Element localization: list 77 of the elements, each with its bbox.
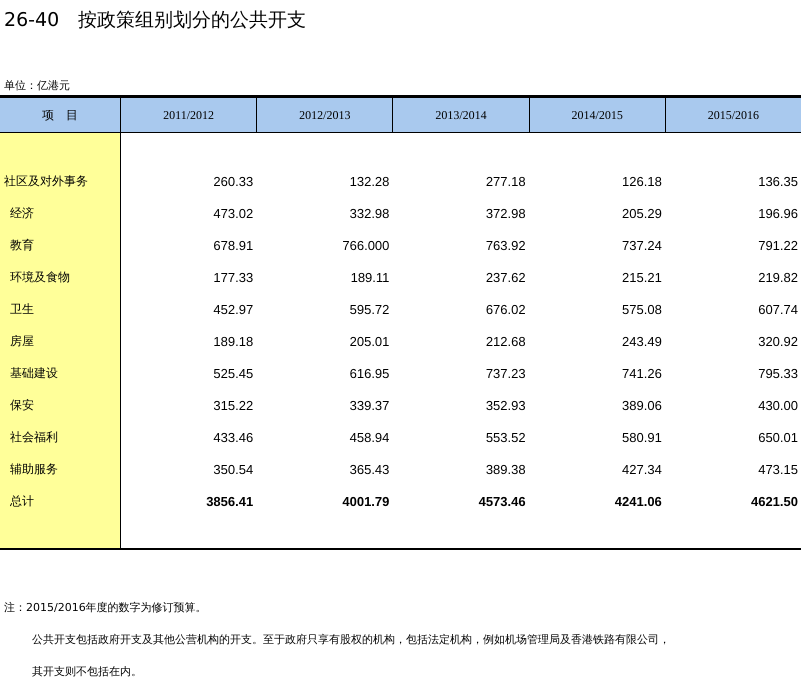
table-cell: 212.68 <box>486 334 526 348</box>
table-cell: 260.33 <box>213 174 254 188</box>
table-cell: 433.46 <box>213 430 254 444</box>
table-cell: 4573.46 <box>478 494 526 508</box>
table-cell: 791.22 <box>758 238 798 252</box>
table-cell: 219.82 <box>758 270 798 284</box>
table-cell: 196.96 <box>758 206 798 220</box>
table-cell: 525.45 <box>213 366 254 380</box>
table-cell: 650.01 <box>758 430 798 444</box>
row-label: 教育 <box>9 238 34 252</box>
row-label: 辅助服务 <box>9 462 58 476</box>
table-cell: 315.22 <box>213 398 254 412</box>
table-cell: 763.92 <box>486 238 526 252</box>
row-label: 房屋 <box>9 334 34 348</box>
column-header: 2014/2015 <box>528 98 665 132</box>
table-cell: 389.06 <box>622 398 662 412</box>
table-cell: 189.11 <box>350 270 390 284</box>
table-cell: 4621.50 <box>750 494 798 508</box>
table-cell: 320.92 <box>758 334 798 348</box>
table-cell: 243.49 <box>622 334 662 348</box>
table-cell: 215.21 <box>622 270 662 284</box>
table-cell: 372.98 <box>486 206 526 220</box>
table-cell: 4001.79 <box>342 494 390 508</box>
table-cell: 553.52 <box>486 430 526 444</box>
table-cell: 595.72 <box>350 302 390 316</box>
table-cell: 205.01 <box>350 334 390 348</box>
table-cell: 427.34 <box>622 462 662 476</box>
column-header: 2012/2013 <box>256 98 392 132</box>
table-cell: 205.29 <box>622 206 662 220</box>
column-header: 2013/2014 <box>392 98 529 132</box>
row-label: 社会福利 <box>9 430 58 444</box>
table-cell: 4241.06 <box>614 494 662 508</box>
table-cell: 277.18 <box>486 174 526 188</box>
row-label: 环境及食物 <box>9 270 70 284</box>
table-cell: 616.95 <box>350 366 390 380</box>
note-text: 公共开支包括政府开支及其他公营机构的开支。至于政府只享有股权的机构，包括法定机构，例如机场管理局及香港铁路有限公司， <box>32 633 670 646</box>
table-cell: 473.02 <box>213 206 254 220</box>
table-cell: 177.33 <box>213 270 254 284</box>
table-cell: 352.93 <box>486 398 526 412</box>
column-header: 项 目 <box>41 106 79 124</box>
row-label: 基础建设 <box>9 366 58 380</box>
table-cell: 389.38 <box>486 462 526 476</box>
row-label: 社区及对外事务 <box>4 174 88 188</box>
row-label: 总计 <box>9 494 34 508</box>
table-cell: 458.94 <box>350 430 390 444</box>
table-cell: 795.33 <box>758 366 798 380</box>
note-text: 注：2015/2016年度的数字为修订预算。 <box>4 601 207 614</box>
table-cell: 136.35 <box>758 174 798 188</box>
unit-label: 单位：亿港元 <box>3 78 71 94</box>
column-header: 2015/2016 <box>664 98 801 132</box>
table-cell: 766.000 <box>342 238 390 252</box>
table-cell: 575.08 <box>622 302 662 316</box>
table-cell: 350.54 <box>213 462 254 476</box>
table-cell: 741.26 <box>622 366 662 380</box>
table-cell: 237.62 <box>486 270 526 284</box>
table-cell: 189.18 <box>213 334 254 348</box>
table-cell: 365.43 <box>350 462 390 476</box>
table-cell: 676.02 <box>486 302 526 316</box>
table-cell: 126.18 <box>622 174 662 188</box>
table-cell: 607.74 <box>758 302 798 316</box>
table-cell: 3856.41 <box>206 494 254 508</box>
table-cell: 737.24 <box>622 238 662 252</box>
table-cell: 678.91 <box>213 238 254 252</box>
note-text: 其开支则不包括在内。 <box>32 665 142 677</box>
table-cell: 132.28 <box>350 174 390 188</box>
table-cell: 332.98 <box>350 206 390 220</box>
table-cell: 452.97 <box>213 302 254 316</box>
table-cell: 580.91 <box>622 430 662 444</box>
page-title: 26-40 按政策组别划分的公共开支 <box>3 8 308 33</box>
row-label: 卫生 <box>9 302 34 316</box>
column-header: 2011/2012 <box>120 98 256 132</box>
table-cell: 737.23 <box>486 366 526 380</box>
table-cell: 339.37 <box>350 398 390 412</box>
table-cell: 430.00 <box>758 398 798 412</box>
table-cell: 473.15 <box>758 462 798 476</box>
row-label: 保安 <box>9 398 34 412</box>
row-label: 经济 <box>9 206 34 220</box>
